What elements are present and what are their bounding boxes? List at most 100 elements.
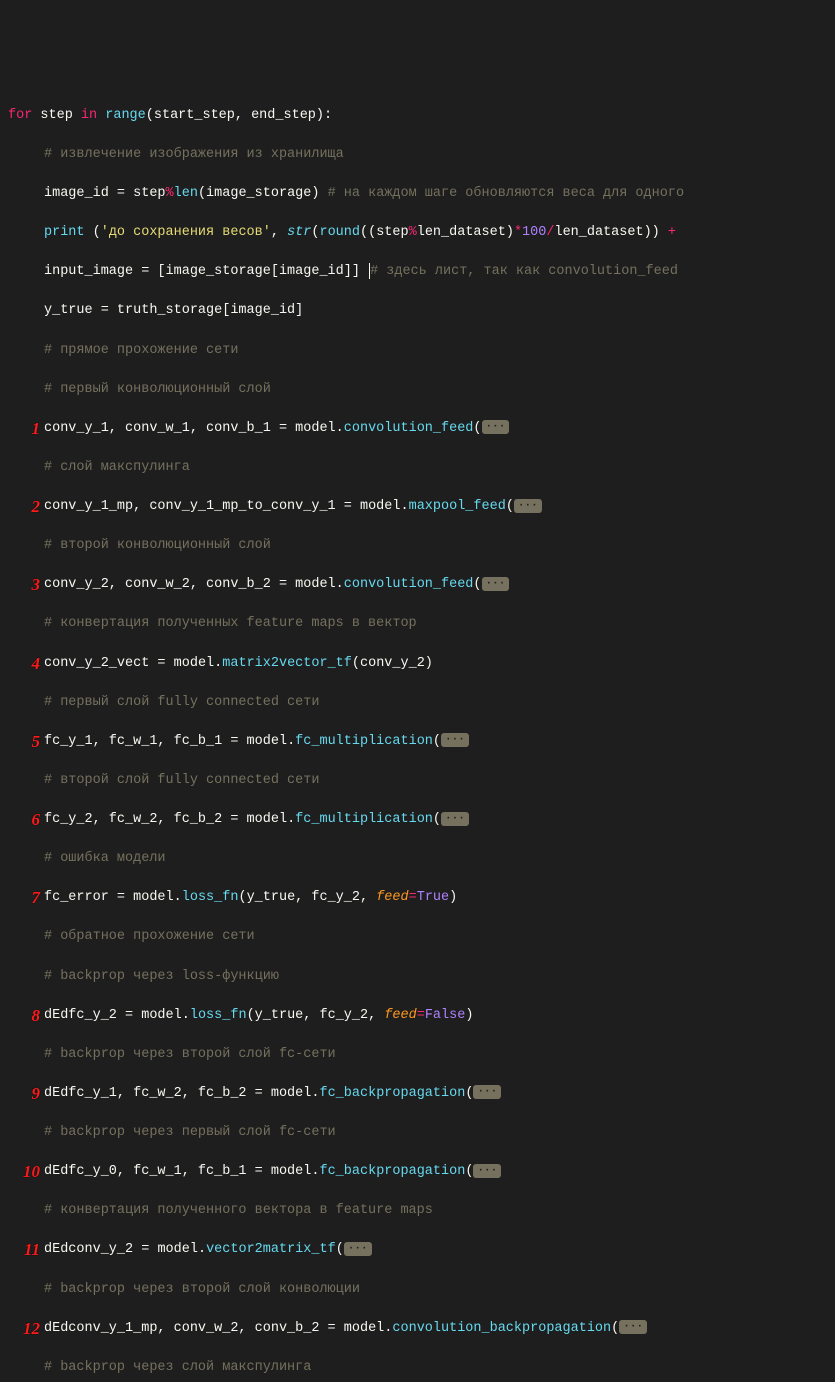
code-line: # backprop через слой макспулинга: [8, 1358, 835, 1378]
paren: (: [433, 812, 441, 827]
dot: .: [336, 577, 344, 592]
paren: (: [506, 499, 514, 514]
fold-icon[interactable]: ···: [473, 1085, 501, 1099]
fn: fc_multiplication: [295, 734, 433, 749]
comment: # первый слой fully connected сети: [44, 695, 319, 710]
comment: # слой макспулинга: [44, 460, 190, 475]
paren: (: [433, 734, 441, 749]
code-line: # первый слой fully connected сети: [8, 693, 835, 713]
annotation-3: 3: [8, 573, 40, 598]
op: %: [409, 225, 417, 240]
paren: (: [473, 577, 481, 592]
code-line: print ('до сохранения весов', str(round(…: [8, 223, 835, 243]
comment: # конвертация полученных feature maps в …: [44, 616, 417, 631]
code-line: # backprop через второй слой fc-сети: [8, 1045, 835, 1065]
op: =: [109, 890, 133, 905]
string: 'до сохранения весов': [101, 225, 271, 240]
annotation-7: 7: [8, 886, 40, 911]
fold-icon[interactable]: ···: [482, 577, 510, 591]
code-line: # backprop через loss-функцию: [8, 967, 835, 987]
fn: fc_backpropagation: [319, 1086, 465, 1101]
op: =: [149, 656, 173, 671]
op: =: [109, 186, 133, 201]
fold-icon[interactable]: ···: [344, 1242, 372, 1256]
annotation-1: 1: [8, 417, 40, 442]
fold-icon[interactable]: ···: [441, 812, 469, 826]
dot: .: [400, 499, 408, 514]
annotation-6: 6: [8, 808, 40, 833]
var: len_dataset): [417, 225, 514, 240]
code-line: # backprop через второй слой конволюции: [8, 1280, 835, 1300]
var: dEdfc_y_2: [44, 1008, 117, 1023]
dot: .: [198, 1242, 206, 1257]
annotation-4: 4: [8, 652, 40, 677]
dot: .: [182, 1008, 190, 1023]
fold-icon[interactable]: ···: [473, 1164, 501, 1178]
var: model: [157, 1242, 198, 1257]
vars: conv_y_1, conv_w_1, conv_b_1: [44, 421, 271, 436]
fn: matrix2vector_tf: [222, 656, 352, 671]
fold-icon[interactable]: ···: [441, 733, 469, 747]
paren: (: [465, 1164, 473, 1179]
fold-icon[interactable]: ···: [619, 1320, 647, 1334]
code-line: 5fc_y_1, fc_w_1, fc_b_1 = model.fc_multi…: [8, 732, 835, 752]
var: model: [295, 421, 336, 436]
code-line: image_id = step%len(image_storage) # на …: [8, 184, 835, 204]
comment: # извлечение изображения из хранилища: [44, 147, 344, 162]
comment: # второй слой fully connected сети: [44, 773, 319, 788]
code-line: 6fc_y_2, fc_w_2, fc_b_2 = model.fc_multi…: [8, 810, 835, 830]
var: image_id: [44, 186, 109, 201]
fn: convolution_backpropagation: [392, 1321, 611, 1336]
paren: (: [336, 1242, 344, 1257]
paren: ): [465, 1008, 473, 1023]
var: model: [271, 1086, 312, 1101]
fold-icon[interactable]: ···: [514, 499, 542, 513]
comment: # прямое прохожение сети: [44, 343, 238, 358]
code-line: # второй конволюционный слой: [8, 536, 835, 556]
code-line: 11dEdconv_y_2 = model.vector2matrix_tf(·…: [8, 1240, 835, 1260]
code-line: input_image = [image_storage[image_id]] …: [8, 262, 835, 282]
paren: (: [611, 1321, 619, 1336]
var: len_dataset)): [554, 225, 667, 240]
args: (y_true, fc_y_2,: [247, 1008, 385, 1023]
comment: # backprop через первый слой fc-сети: [44, 1125, 336, 1140]
fold-icon[interactable]: ···: [482, 420, 510, 434]
annotation-12: 12: [8, 1317, 40, 1342]
vars: dEdconv_y_1_mp, conv_w_2, conv_b_2: [44, 1321, 319, 1336]
code-line: 3conv_y_2, conv_w_2, conv_b_2 = model.co…: [8, 575, 835, 595]
dot: .: [311, 1164, 319, 1179]
keyword-for: for: [8, 108, 32, 123]
fn-len: len: [174, 186, 198, 201]
fn: loss_fn: [182, 890, 239, 905]
var: dEdconv_y_2: [44, 1242, 133, 1257]
expr: = [image_storage[image_id]]: [133, 264, 368, 279]
bool: False: [425, 1008, 466, 1023]
fn: vector2matrix_tf: [206, 1242, 336, 1257]
fn: fc_backpropagation: [319, 1164, 465, 1179]
code-line: # обратное прохожение сети: [8, 927, 835, 947]
dot: .: [384, 1321, 392, 1336]
code-line: # слой макспулинга: [8, 458, 835, 478]
op: =: [271, 421, 295, 436]
comment: # второй конволюционный слой: [44, 538, 271, 553]
fn: loss_fn: [190, 1008, 247, 1023]
op: =: [271, 577, 295, 592]
annotation-8: 8: [8, 1004, 40, 1029]
fn: convolution_feed: [344, 577, 474, 592]
var: model: [360, 499, 401, 514]
comma: ,: [271, 225, 287, 240]
keyword-in: in: [81, 108, 97, 123]
annotation-11: 11: [8, 1238, 40, 1263]
kwarg: feed: [376, 890, 408, 905]
dot: .: [287, 812, 295, 827]
code-line: # backprop через первый слой fc-сети: [8, 1123, 835, 1143]
fn: fc_multiplication: [295, 812, 433, 827]
var: step: [133, 186, 165, 201]
op: =: [222, 734, 246, 749]
var: model: [141, 1008, 182, 1023]
var: input_image: [44, 264, 133, 279]
comment: # backprop через слой макспулинга: [44, 1360, 311, 1375]
code-line: 1conv_y_1, conv_w_1, conv_b_1 = model.co…: [8, 419, 835, 439]
fn-range: range: [105, 108, 146, 123]
vars: conv_y_2, conv_w_2, conv_b_2: [44, 577, 271, 592]
